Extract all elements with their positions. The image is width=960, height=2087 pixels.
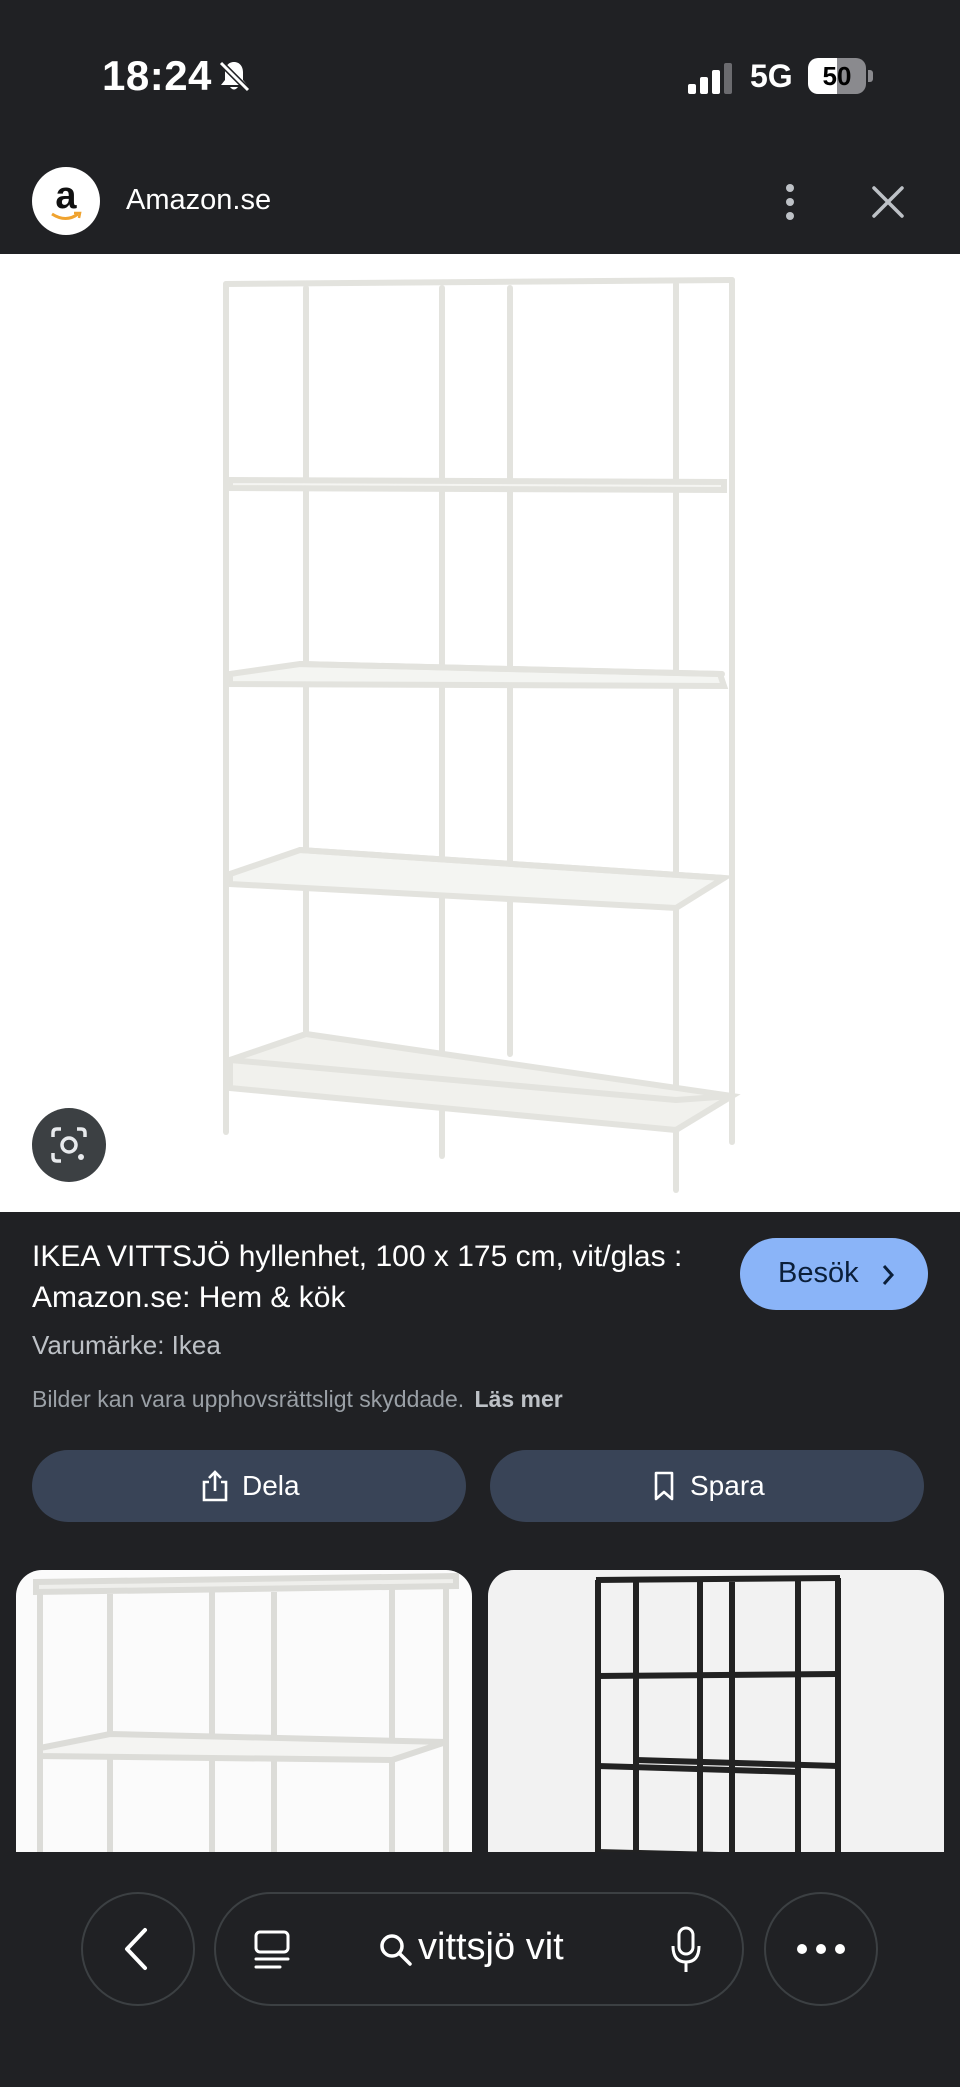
white-shelf-thumbnail <box>33 1572 459 1870</box>
bookmark-icon <box>654 1471 674 1501</box>
battery-percent: 50 <box>822 61 852 91</box>
search-icon <box>380 1934 412 1966</box>
signal-icon <box>688 63 732 94</box>
copyright-text: Bilder kan vara upphovsrättsligt skyddad… <box>32 1386 465 1412</box>
more-button[interactable] <box>764 1892 878 2006</box>
search-bar[interactable]: vittsjö vit <box>214 1892 744 2006</box>
site-header: a Amazon.se <box>0 150 960 254</box>
save-label: Spara <box>690 1470 765 1501</box>
more-vert-icon[interactable] <box>772 180 808 224</box>
save-button[interactable]: Spara <box>490 1450 924 1522</box>
network-label: 5G <box>750 58 793 94</box>
lens-button[interactable] <box>32 1108 106 1182</box>
bell-slash-icon <box>218 60 251 93</box>
site-logo[interactable]: a <box>32 167 100 235</box>
back-icon <box>125 1928 147 1970</box>
mic-icon[interactable] <box>668 1926 704 1974</box>
black-shelf-thumbnail <box>595 1575 841 1870</box>
lens-icon <box>51 1127 87 1163</box>
product-image[interactable] <box>0 254 960 1212</box>
visit-button[interactable]: Besök <box>740 1238 928 1310</box>
read-more-link[interactable]: Läs mer <box>475 1386 563 1412</box>
bottom-toolbar: vittsjö vit <box>0 1852 960 2087</box>
battery-indicator: 50 <box>808 58 874 94</box>
share-label: Dela <box>242 1470 300 1501</box>
close-icon[interactable] <box>866 180 910 224</box>
shelf-illustration <box>223 277 741 1193</box>
back-button[interactable] <box>81 1892 195 2006</box>
copyright-notice: Bilder kan vara upphovsrättsligt skyddad… <box>32 1386 563 1413</box>
amazon-smile-icon <box>51 211 82 220</box>
share-button[interactable]: Dela <box>32 1450 466 1522</box>
site-name[interactable]: Amazon.se <box>126 184 271 217</box>
brand-label: Varumärke: Ikea <box>32 1330 221 1360</box>
status-time: 18:24 <box>102 52 212 99</box>
search-query[interactable]: vittsjö vit <box>418 1926 564 1969</box>
chevron-right-icon <box>882 1265 895 1285</box>
related-image-1[interactable] <box>16 1570 472 1870</box>
share-icon <box>202 1470 228 1502</box>
result-title[interactable]: IKEA VITTSJÖ hyllenhet, 100 x 175 cm, vi… <box>32 1236 692 1318</box>
status-bar: 18:24 5G 50 <box>0 0 960 150</box>
more-horiz-icon <box>797 1944 845 1954</box>
visit-label: Besök <box>778 1257 859 1289</box>
tabs-icon[interactable] <box>252 1928 292 1972</box>
related-image-2[interactable] <box>488 1570 944 1870</box>
